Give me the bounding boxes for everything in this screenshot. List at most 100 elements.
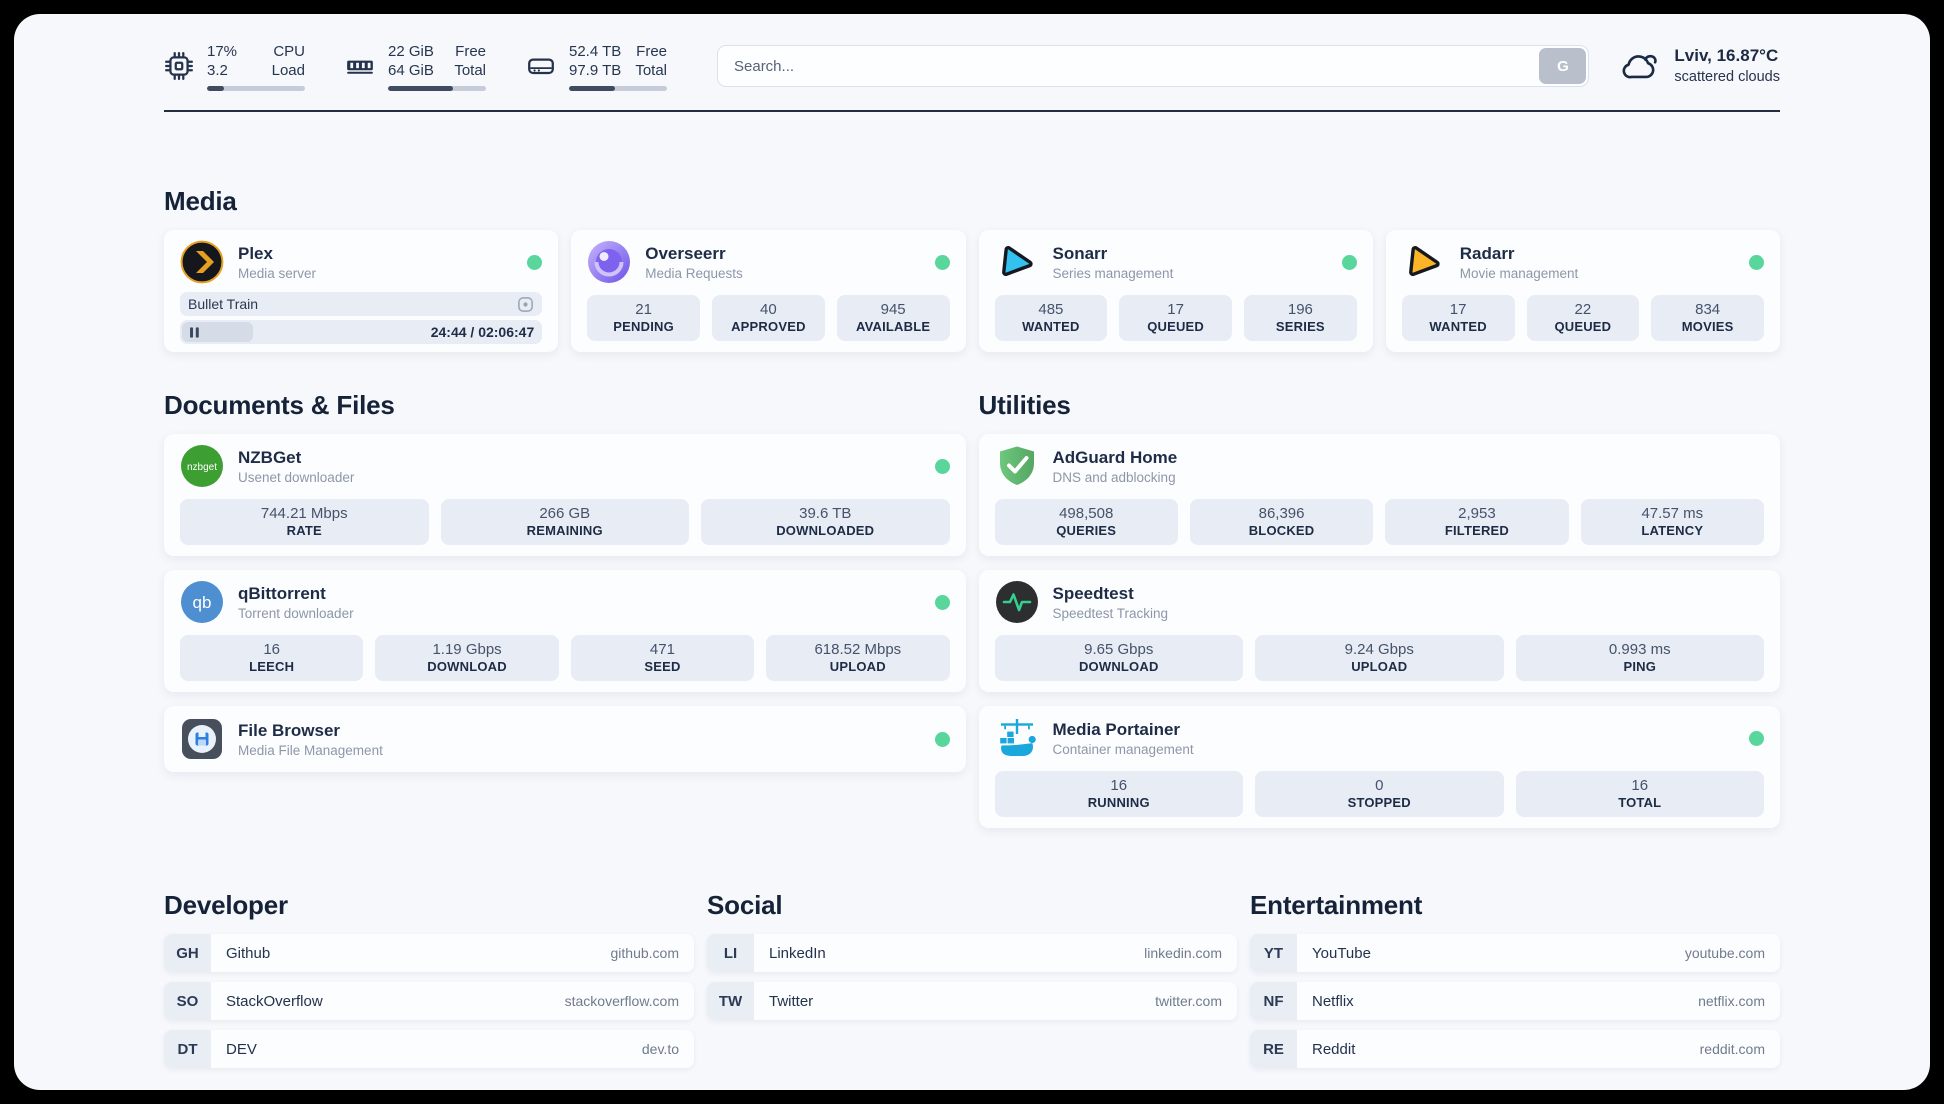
search-engine-button[interactable]: G xyxy=(1539,48,1587,84)
stat-approved: 40 APPROVED xyxy=(712,295,825,341)
weather-condition: scattered clouds xyxy=(1674,68,1780,85)
stat-label: WANTED xyxy=(1429,319,1487,334)
social-section-title: Social xyxy=(707,890,783,920)
cpu-progress-fill xyxy=(207,85,224,91)
pause-icon[interactable] xyxy=(188,326,201,339)
link-url: youtube.com xyxy=(1684,945,1765,961)
link-twitter[interactable]: TW Twitter twitter.com xyxy=(707,982,1237,1020)
stat-label: LEECH xyxy=(249,659,295,674)
disk-progress-bar xyxy=(569,85,667,91)
link-url: github.com xyxy=(610,945,679,961)
link-reddit[interactable]: RE Reddit reddit.com xyxy=(1250,1030,1780,1068)
app-card-sonarr[interactable]: Sonarr Series management 485 WANTED 17 Q… xyxy=(978,230,1373,352)
stat-download: 9.65 Gbps DOWNLOAD xyxy=(994,635,1243,681)
stat-label: QUEUED xyxy=(1147,319,1205,334)
app-name: Speedtest xyxy=(1052,583,1134,603)
plex-icon xyxy=(180,240,224,284)
link-netflix[interactable]: NF Netflix netflix.com xyxy=(1250,982,1780,1020)
sonarr-icon xyxy=(1001,246,1033,277)
stat-filtered: 2,953 FILTERED xyxy=(1385,499,1569,545)
app-card-plex[interactable]: Plex Media server Bullet Train 24:44 / 0… xyxy=(164,230,559,352)
stat-stopped: 0 STOPPED xyxy=(1255,771,1504,817)
stat-label: RATE xyxy=(286,523,322,538)
stat-label: PENDING xyxy=(613,319,674,334)
status-online-dot xyxy=(934,254,950,270)
section-utilities: Utilities AdGuard Home DNS and adblockin… xyxy=(978,390,1780,842)
stat-movies: 834 MOVIES xyxy=(1651,295,1764,341)
status-online-dot xyxy=(934,458,950,474)
utilities-section-title: Utilities xyxy=(978,390,1071,420)
now-playing-row: Bullet Train xyxy=(180,292,543,316)
section-documents: Documents & Files nzbget NZBGet Usenet d… xyxy=(164,390,966,842)
app-name: Radarr xyxy=(1459,243,1515,263)
memory-stat: 22 GiB 64 GiB Free Total xyxy=(345,42,486,91)
stat-ping: 0.993 ms PING xyxy=(1515,635,1764,681)
app-card-qbittorrent[interactable]: qb qBittorrent Torrent downloader 16 LEE… xyxy=(164,570,966,692)
disk-stat: 52.4 TB 97.9 TB Free Total xyxy=(526,42,667,91)
app-card-radarr[interactable]: Radarr Movie management 17 WANTED 22 QUE… xyxy=(1385,230,1780,352)
stat-label: STOPPED xyxy=(1347,795,1411,810)
app-card-nzbget[interactable]: nzbget NZBGet Usenet downloader 744.21 M… xyxy=(164,434,966,556)
memory-free-value: 22 GiB xyxy=(388,42,434,60)
stat-label: WANTED xyxy=(1022,319,1080,334)
link-github[interactable]: GH Github github.com xyxy=(164,934,694,972)
stat-seed: 471 SEED xyxy=(570,635,755,681)
link-youtube[interactable]: YT YouTube youtube.com xyxy=(1250,934,1780,972)
stat-series: 196 SERIES xyxy=(1244,295,1357,341)
app-description: Movie management xyxy=(1459,265,1579,281)
weather-location-temp: Lviv, 16.87°C xyxy=(1674,45,1779,65)
section-developer: Developer GH Github github.com SO StackO… xyxy=(164,890,694,1068)
header-divider xyxy=(164,110,1780,112)
link-dev[interactable]: DT DEV dev.to xyxy=(164,1030,694,1068)
link-url: stackoverflow.com xyxy=(564,993,679,1009)
app-card-filebrowser[interactable]: File Browser Media File Management xyxy=(164,706,966,772)
stat-value: 834 xyxy=(1695,301,1721,318)
link-name: StackOverflow xyxy=(226,992,323,1010)
link-badge: GH xyxy=(164,934,211,972)
app-description: Media File Management xyxy=(238,742,383,758)
session-icon xyxy=(518,296,534,312)
link-linkedin[interactable]: LI LinkedIn linkedin.com xyxy=(707,934,1237,972)
link-stackoverflow[interactable]: SO StackOverflow stackoverflow.com xyxy=(164,982,694,1020)
app-name: NZBGet xyxy=(238,447,302,467)
link-url: netflix.com xyxy=(1698,993,1765,1009)
status-online-dot xyxy=(1749,254,1764,270)
svg-text:nzbget: nzbget xyxy=(187,462,217,473)
stat-queued: 22 QUEUED xyxy=(1526,295,1640,341)
weather-widget: Lviv, 16.87°C scattered clouds xyxy=(1619,45,1780,88)
disk-icon xyxy=(528,58,554,75)
app-card-adguard[interactable]: AdGuard Home DNS and adblocking 498,508 … xyxy=(978,434,1780,556)
stat-value: 0.993 ms xyxy=(1608,641,1671,658)
svg-text:qb: qb xyxy=(193,593,212,612)
stat-latency: 47.57 ms LATENCY xyxy=(1580,499,1764,545)
cpu-usage-value: 17% xyxy=(207,42,238,60)
app-card-portainer[interactable]: Media Portainer Container management 16 … xyxy=(978,706,1780,828)
stat-wanted: 485 WANTED xyxy=(994,295,1108,341)
stat-label: REMAINING xyxy=(526,523,603,538)
search-input[interactable] xyxy=(717,45,1590,87)
cloud-icon xyxy=(1622,54,1658,79)
radarr-icon xyxy=(1408,246,1440,277)
stat-value: 9.65 Gbps xyxy=(1084,641,1154,658)
disk-total-value: 97.9 TB xyxy=(569,62,622,79)
entertainment-section-title: Entertainment xyxy=(1250,890,1423,920)
app-name: Plex xyxy=(238,243,273,263)
link-name: LinkedIn xyxy=(769,944,826,962)
memory-progress-fill xyxy=(388,85,453,91)
app-name: qBittorrent xyxy=(238,583,326,603)
filebrowser-icon xyxy=(182,719,222,759)
system-stats: 17% 3.2 CPU Load 22 GiB 64 GiB Free Tota… xyxy=(164,42,707,91)
app-card-overseerr[interactable]: Overseerr Media Requests 21 PENDING 40 A… xyxy=(571,230,966,352)
app-name: Media Portainer xyxy=(1052,719,1181,739)
stat-value: 498,508 xyxy=(1059,505,1114,522)
disk-free-label: Free xyxy=(636,42,667,60)
developer-section-title: Developer xyxy=(164,890,288,920)
documents-section-title: Documents & Files xyxy=(164,390,395,420)
nzbget-icon: nzbget xyxy=(181,445,223,487)
stat-label: UPLOAD xyxy=(829,659,886,674)
link-url: reddit.com xyxy=(1699,1041,1765,1057)
link-name: Netflix xyxy=(1312,992,1354,1010)
app-card-speedtest[interactable]: Speedtest Speedtest Tracking 9.65 Gbps D… xyxy=(978,570,1780,692)
portainer-icon xyxy=(999,719,1036,756)
stat-label: DOWNLOAD xyxy=(427,659,507,674)
